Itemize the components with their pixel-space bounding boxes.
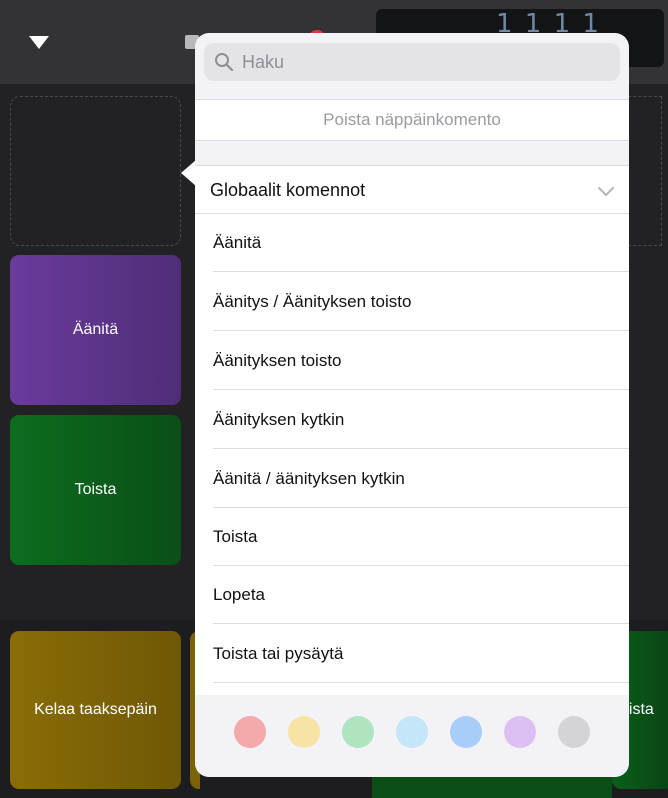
list-item-label: Äänityksen toisto	[213, 350, 342, 370]
triangle-down-icon[interactable]	[29, 36, 49, 50]
group-title: Globaalit komennot	[210, 180, 366, 200]
color-swatch-blue[interactable]	[450, 716, 482, 748]
color-picker-row	[195, 695, 629, 777]
pad-play[interactable]: Toista	[10, 415, 181, 565]
list-item-label: Toista	[213, 526, 258, 546]
search-placeholder: Haku	[242, 52, 285, 72]
command-list: Globaalit komennot Äänitä Äänitys / Ääni…	[195, 165, 629, 695]
list-item[interactable]: Toista	[213, 508, 629, 566]
command-popover: Haku Poista näppäinkomento Globaalit kom…	[195, 33, 629, 777]
list-item-label: Äänityksen kytkin	[213, 409, 345, 429]
search-icon	[214, 52, 234, 72]
list-item[interactable]: Äänitys / Äänityksen toisto	[213, 273, 629, 331]
popover-arrow	[181, 160, 196, 186]
list-item[interactable]: Äänitä	[213, 214, 629, 272]
list-item[interactable]: Lopeta	[213, 566, 629, 624]
pad-label: Kelaa taaksepäin	[34, 701, 157, 718]
group-header-global-commands[interactable]: Globaalit komennot	[195, 166, 629, 214]
list-item-label: Toista tai pysäytä	[213, 643, 344, 663]
remove-shortcut-label: Poista näppäinkomento	[323, 110, 501, 129]
chevron-down-icon	[598, 184, 614, 196]
pad-record[interactable]: Äänitä	[10, 255, 181, 405]
pad-label: Toista	[74, 481, 117, 498]
list-item[interactable]: Äänityksen toisto	[213, 332, 629, 390]
color-swatch-purple[interactable]	[504, 716, 536, 748]
color-swatch-gray[interactable]	[558, 716, 590, 748]
list-item[interactable]: Toista tai pysäytä	[213, 625, 629, 683]
search-field[interactable]: Haku	[204, 43, 620, 81]
color-swatch-light-blue[interactable]	[396, 716, 428, 748]
list-item[interactable]: Äänitä / äänityksen kytkin	[213, 450, 629, 508]
pad-rewind[interactable]: Kelaa taaksepäin	[10, 631, 181, 789]
list-item-label: Äänitys / Äänityksen toisto	[213, 291, 412, 311]
pad-label: Äänitä	[72, 321, 119, 338]
list-item[interactable]: Äänityksen kytkin	[213, 391, 629, 449]
color-swatch-green[interactable]	[342, 716, 374, 748]
empty-pad-slot[interactable]	[10, 96, 181, 246]
color-swatch-yellow[interactable]	[288, 716, 320, 748]
list-item-label: Äänitä	[213, 232, 262, 252]
empty-pad-slot[interactable]	[628, 96, 662, 246]
color-swatch-red[interactable]	[234, 716, 266, 748]
list-item-label: Äänitä / äänityksen kytkin	[213, 468, 405, 488]
list-item-label: Lopeta	[213, 584, 265, 604]
remove-shortcut-button[interactable]: Poista näppäinkomento	[195, 99, 629, 141]
